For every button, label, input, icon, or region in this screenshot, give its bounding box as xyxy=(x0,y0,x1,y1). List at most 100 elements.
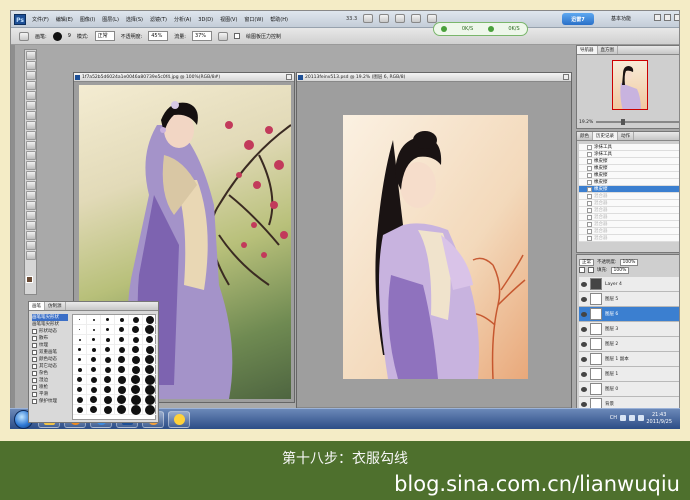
zoom-tool-icon[interactable] xyxy=(26,251,36,260)
menu-file[interactable]: 文件(F) xyxy=(31,15,50,24)
layer-row[interactable]: 图层 2 xyxy=(579,337,679,352)
layer-row[interactable]: 图层 5 xyxy=(579,292,679,307)
menu-analysis[interactable]: 分析(A) xyxy=(173,15,192,24)
battery-icon[interactable] xyxy=(638,415,644,421)
brush-tip-cell[interactable] xyxy=(115,375,129,385)
workspace-switcher[interactable]: 基本功能 xyxy=(611,15,631,22)
brush-setting-checkbox[interactable] xyxy=(32,336,37,341)
brush-tip-cell[interactable] xyxy=(87,335,101,345)
brush-tip-cell[interactable] xyxy=(87,395,101,405)
layer-row[interactable]: 图层 0 xyxy=(579,382,679,397)
brush-setting-row[interactable]: 形状动态 xyxy=(32,328,68,335)
brush-tip-cell[interactable] xyxy=(129,325,143,335)
brush-tip-cell[interactable] xyxy=(73,385,87,395)
tab-history[interactable]: 历史记录 xyxy=(593,132,618,140)
taskbar-qq[interactable] xyxy=(168,411,190,428)
brush-tip-cell[interactable] xyxy=(87,315,101,325)
brush-tip-cell[interactable] xyxy=(73,395,87,405)
history-brush-source-icon[interactable] xyxy=(587,186,592,192)
3d-tool-icon[interactable] xyxy=(26,231,36,240)
brush-tip-cell[interactable] xyxy=(143,374,157,385)
xunlei-button[interactable]: 迅雷7 xyxy=(562,13,594,25)
layer-row[interactable]: 图层 3 xyxy=(579,322,679,337)
doc1-title-bar[interactable]: 1f7a52b5d6024a1e0046a80739e5c0f4.jpg @ 1… xyxy=(74,73,294,82)
history-brush-source-icon[interactable] xyxy=(587,172,592,178)
close-icon[interactable] xyxy=(674,14,679,21)
brush-tip-cell[interactable] xyxy=(129,315,143,325)
brush-tip-cell[interactable] xyxy=(143,404,157,415)
history-brush-source-icon[interactable] xyxy=(587,158,592,164)
brush-tip-cell[interactable] xyxy=(115,395,129,405)
brush-tip-cell[interactable] xyxy=(101,355,115,365)
navigator-zoom-slider[interactable] xyxy=(596,119,679,125)
brush-tip-cell[interactable] xyxy=(129,335,143,345)
brush-tool-icon[interactable] xyxy=(26,121,36,130)
flow-input[interactable]: 37% xyxy=(191,31,212,41)
brush-setting-row[interactable]: 双重画笔 xyxy=(32,349,68,356)
eye-icon[interactable] xyxy=(581,341,587,347)
eye-icon[interactable] xyxy=(581,296,587,302)
brush-tip-cell[interactable] xyxy=(87,345,101,355)
brush-tip-cell[interactable] xyxy=(143,355,157,365)
menu-filter[interactable]: 滤镜(T) xyxy=(149,15,168,24)
history-brush-source-icon[interactable] xyxy=(587,179,592,185)
layer-row[interactable]: 图层 1 xyxy=(579,367,679,382)
menu-select[interactable]: 选择(S) xyxy=(125,15,144,24)
brush-tip-cell[interactable] xyxy=(87,325,101,335)
history-brush-source-icon[interactable] xyxy=(587,144,592,150)
brush-tip-cell[interactable] xyxy=(129,394,143,405)
painting-canvas[interactable] xyxy=(343,115,528,379)
brush-setting-checkbox[interactable] xyxy=(32,385,37,390)
menu-image[interactable]: 图像(I) xyxy=(79,15,96,24)
maximize-icon[interactable] xyxy=(664,14,671,21)
brush-tip-cell[interactable] xyxy=(129,355,143,365)
history-brush-source-icon[interactable] xyxy=(587,221,592,227)
pressure-checkbox[interactable] xyxy=(233,33,240,39)
brush-setting-row[interactable]: 湿边 xyxy=(32,377,68,384)
brush-setting-row[interactable]: 散布 xyxy=(32,335,68,342)
brush-setting-row[interactable]: 杂色 xyxy=(32,370,68,377)
eye-icon[interactable] xyxy=(581,401,587,407)
history-brush-source-icon[interactable] xyxy=(587,151,592,157)
history-brush-source-icon[interactable] xyxy=(587,165,592,171)
layer-row[interactable]: 图层 1 副本 xyxy=(579,352,679,367)
brush-tip-cell[interactable] xyxy=(129,365,143,375)
menu-layer[interactable]: 图层(L) xyxy=(101,15,120,24)
tab-brushes[interactable]: 画笔 xyxy=(29,302,45,310)
brush-tip-cell[interactable] xyxy=(115,355,129,365)
eye-icon[interactable] xyxy=(581,371,587,377)
brush-setting-checkbox[interactable] xyxy=(32,343,37,348)
eye-icon[interactable] xyxy=(581,311,587,317)
brush-tip-cell[interactable] xyxy=(115,365,129,375)
arrange-documents-icon[interactable] xyxy=(411,14,422,23)
type-tool-icon[interactable] xyxy=(26,201,36,210)
move-tool-icon[interactable] xyxy=(26,51,36,60)
tab-navigator[interactable]: 导航器 xyxy=(577,46,598,54)
shape-tool-icon[interactable] xyxy=(26,221,36,230)
brush-setting-row[interactable]: 平滑 xyxy=(32,391,68,398)
brush-tip-cell[interactable] xyxy=(143,345,157,355)
eye-icon[interactable] xyxy=(581,356,587,362)
menu-3d[interactable]: 3D(D) xyxy=(197,16,214,24)
hand-icon[interactable] xyxy=(363,14,374,23)
brush-setting-checkbox[interactable] xyxy=(32,364,37,369)
brush-setting-row[interactable]: 纹理 xyxy=(32,342,68,349)
brush-setting-checkbox[interactable] xyxy=(32,329,37,334)
volume-icon[interactable] xyxy=(629,415,635,421)
blend-mode-select[interactable]: 正常 xyxy=(579,258,594,266)
language-indicator[interactable]: CH xyxy=(610,415,617,421)
brush-tip-cell[interactable] xyxy=(101,345,115,355)
brush-tip-cell[interactable] xyxy=(101,375,115,385)
brush-tip-cell[interactable] xyxy=(143,315,157,325)
quick-select-tool-icon[interactable] xyxy=(26,81,36,90)
opacity-input[interactable]: 45% xyxy=(148,31,169,41)
brush-tip-cell[interactable] xyxy=(129,385,143,395)
brush-tip-cell[interactable] xyxy=(101,325,115,335)
lock-position-icon[interactable] xyxy=(588,267,594,273)
hand-tool-icon[interactable] xyxy=(26,241,36,250)
doc2-close-icon[interactable] xyxy=(563,74,569,80)
brush-tip-cell[interactable] xyxy=(129,345,143,355)
eyedropper-tool-icon[interactable] xyxy=(26,101,36,110)
menu-edit[interactable]: 编辑(E) xyxy=(55,15,74,24)
brush-setting-row[interactable]: 喷枪 xyxy=(32,384,68,391)
